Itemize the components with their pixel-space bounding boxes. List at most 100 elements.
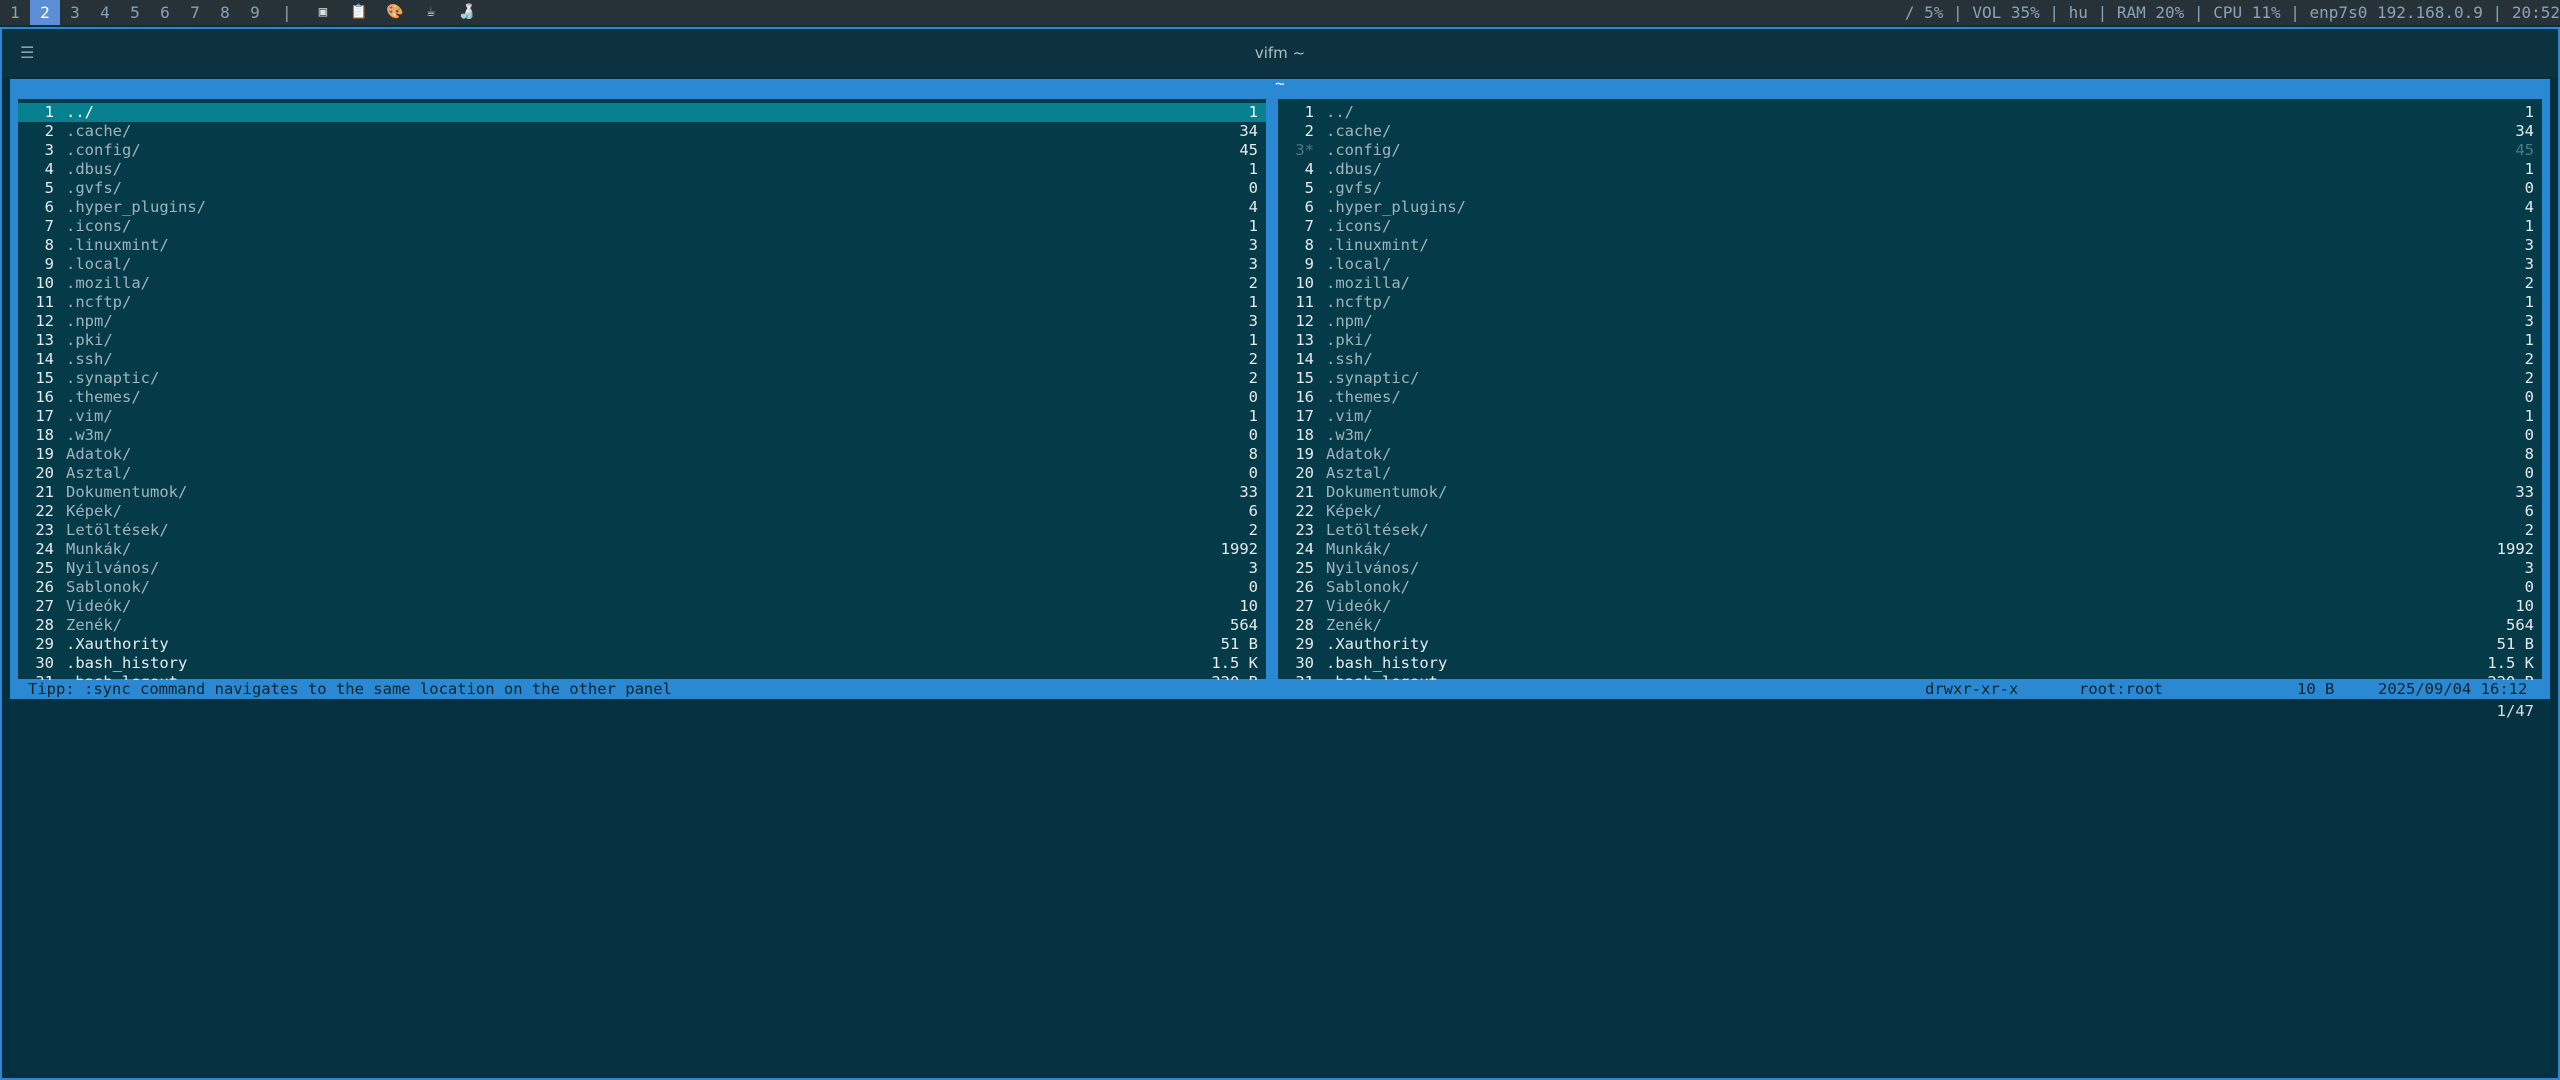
file-name: ../ [66, 103, 94, 121]
workspace-4[interactable]: 4 [90, 0, 120, 25]
file-row[interactable]: 6 .hyper_plugins/4 [1278, 198, 2542, 217]
file-row[interactable]: 11 .ncftp/1 [1278, 293, 2542, 312]
file-row[interactable]: 13 .pki/1 [1278, 331, 2542, 350]
file-row[interactable]: 30 .bash_history 1.5 K [18, 654, 1266, 673]
file-row[interactable]: 1 ../ 1 [1278, 103, 2542, 122]
file-row[interactable]: 28 Zenék/564 [1278, 616, 2542, 635]
file-row[interactable]: 16 .themes/0 [1278, 388, 2542, 407]
file-row[interactable]: 20 Asztal/0 [18, 464, 1266, 483]
file-size-cell: 1 [1248, 103, 1258, 121]
terminal-icon[interactable]: ▣ [305, 0, 341, 25]
file-row[interactable]: 22 Képek/6 [18, 502, 1266, 521]
file-row[interactable]: 6 .hyper_plugins/4 [18, 198, 1266, 217]
file-name: Nyilvános/ [66, 559, 160, 577]
file-row[interactable]: 26 Sablonok/0 [1278, 578, 2542, 597]
file-row[interactable]: 15 .synaptic/2 [18, 369, 1266, 388]
file-row[interactable]: 23 Letöltések/2 [1278, 521, 2542, 540]
line-number: 9 [1304, 255, 1314, 273]
command-line[interactable]: 1/47 [10, 699, 2550, 1074]
file-size-cell: 2 [2524, 521, 2534, 539]
file-row[interactable]: 20 Asztal/0 [1278, 464, 2542, 483]
file-row[interactable]: 17 .vim/1 [1278, 407, 2542, 426]
file-row[interactable]: 14 .ssh/2 [18, 350, 1266, 369]
file-row[interactable]: 4 .dbus/1 [1278, 160, 2542, 179]
clipboard-icon[interactable]: 📋 [341, 0, 377, 25]
file-row[interactable]: 12 .npm/3 [18, 312, 1266, 331]
file-row[interactable]: 2 .cache/34 [1278, 122, 2542, 141]
file-row[interactable]: 16 .themes/0 [18, 388, 1266, 407]
terminal-window: ☰ vifm ~ ~ 1 ../1 2 .cache/34 3 .config/45 4 .d… [0, 27, 2560, 1080]
file-row[interactable]: 7 .icons/1 [1278, 217, 2542, 236]
workspace-6[interactable]: 6 [150, 0, 180, 25]
file-row[interactable]: 5 .gvfs/0 [1278, 179, 2542, 198]
file-row[interactable]: 21 Dokumentumok/33 [18, 483, 1266, 502]
file-row[interactable]: 19 Adatok/8 [1278, 445, 2542, 464]
file-row[interactable]: 23 Letöltések/2 [18, 521, 1266, 540]
file-row[interactable]: 15 .synaptic/2 [1278, 369, 2542, 388]
line-number: 27 [1295, 597, 1314, 615]
file-size-cell: 45 [1239, 141, 1258, 159]
file-row[interactable]: 18 .w3m/0 [18, 426, 1266, 445]
file-size-cell: 2 [1248, 369, 1258, 387]
file-row[interactable]: 10 .mozilla/2 [18, 274, 1266, 293]
right-file-pane[interactable]: 1 ../1 2 .cache/34 3* .config/45 4 .dbus/1 5 .gvf… [1278, 99, 2542, 995]
file-row[interactable]: 24 Munkák/1992 [1278, 540, 2542, 559]
workspace-2[interactable]: 2 [30, 0, 60, 25]
file-row[interactable]: 11 .ncftp/1 [18, 293, 1266, 312]
workspace-8[interactable]: 8 [210, 0, 240, 25]
file-row[interactable]: 12 .npm/3 [1278, 312, 2542, 331]
file-row[interactable]: 18 .w3m/0 [1278, 426, 2542, 445]
file-row[interactable]: 28 Zenék/564 [18, 616, 1266, 635]
file-row[interactable]: 19 Adatok/8 [18, 445, 1266, 464]
volume-level: VOL 35% [1972, 3, 2040, 22]
file-row[interactable]: 8 .linuxmint/3 [18, 236, 1266, 255]
file-row[interactable]: 29 .Xauthority 51 B [18, 635, 1266, 654]
file-row[interactable]: 27 Videók/10 [18, 597, 1266, 616]
bottle-icon[interactable]: 🍶 [449, 0, 485, 25]
file-row[interactable]: 3* .config/45 [1278, 141, 2542, 160]
disk-usage: / 5% [1904, 3, 1944, 22]
file-row[interactable]: 26 Sablonok/0 [18, 578, 1266, 597]
file-row[interactable]: 7 .icons/1 [18, 217, 1266, 236]
file-size-cell: 1 [1248, 331, 1258, 349]
workspace-5[interactable]: 5 [120, 0, 150, 25]
file-row[interactable]: 25 Nyilvános/3 [18, 559, 1266, 578]
workspace-7[interactable]: 7 [180, 0, 210, 25]
file-size-cell: 0 [1248, 464, 1258, 482]
line-number: 8 [44, 236, 54, 254]
workspace-list: 123456789 [0, 0, 270, 25]
paint-icon[interactable]: 🎨 [377, 0, 413, 25]
file-row[interactable]: 14 .ssh/2 [1278, 350, 2542, 369]
file-row[interactable]: 5 .gvfs/0 [18, 179, 1266, 198]
file-row[interactable]: 22 Képek/6 [1278, 502, 2542, 521]
file-row[interactable]: 29 .Xauthority 51 B [1278, 635, 2542, 654]
file-name: .dbus/ [1326, 160, 1382, 178]
file-row[interactable]: 9 .local/3 [1278, 255, 2542, 274]
workspace-3[interactable]: 3 [60, 0, 90, 25]
file-row[interactable]: 25 Nyilvános/3 [1278, 559, 2542, 578]
file-row[interactable]: 2 .cache/34 [18, 122, 1266, 141]
line-number: 7 [1304, 217, 1314, 235]
line-number: 29 [35, 635, 54, 653]
left-file-pane[interactable]: 1 ../1 2 .cache/34 3 .config/45 4 .dbus/1 5 .gvfs… [18, 99, 1266, 995]
file-row[interactable]: 1 ../ 1 [18, 103, 1266, 122]
file-row[interactable]: 17 .vim/1 [18, 407, 1266, 426]
file-row[interactable]: 9 .local/3 [18, 255, 1266, 274]
file-row[interactable]: 24 Munkák/1992 [18, 540, 1266, 559]
file-row[interactable]: 21 Dokumentumok/33 [1278, 483, 2542, 502]
file-row[interactable]: 13 .pki/1 [18, 331, 1266, 350]
line-number: 11 [1295, 293, 1314, 311]
line-number: 28 [1295, 616, 1314, 634]
file-row[interactable]: 10 .mozilla/2 [1278, 274, 2542, 293]
file-size: 10 B [2297, 680, 2335, 698]
file-row[interactable]: 3 .config/45 [18, 141, 1266, 160]
file-size-cell: 2 [1248, 350, 1258, 368]
file-row[interactable]: 30 .bash_history 1.5 K [1278, 654, 2542, 673]
line-number: 26 [35, 578, 54, 596]
coffee-icon[interactable]: ☕ [413, 0, 449, 25]
file-row[interactable]: 8 .linuxmint/3 [1278, 236, 2542, 255]
workspace-9[interactable]: 9 [240, 0, 270, 25]
file-row[interactable]: 27 Videók/10 [1278, 597, 2542, 616]
workspace-1[interactable]: 1 [0, 0, 30, 25]
file-row[interactable]: 4 .dbus/1 [18, 160, 1266, 179]
